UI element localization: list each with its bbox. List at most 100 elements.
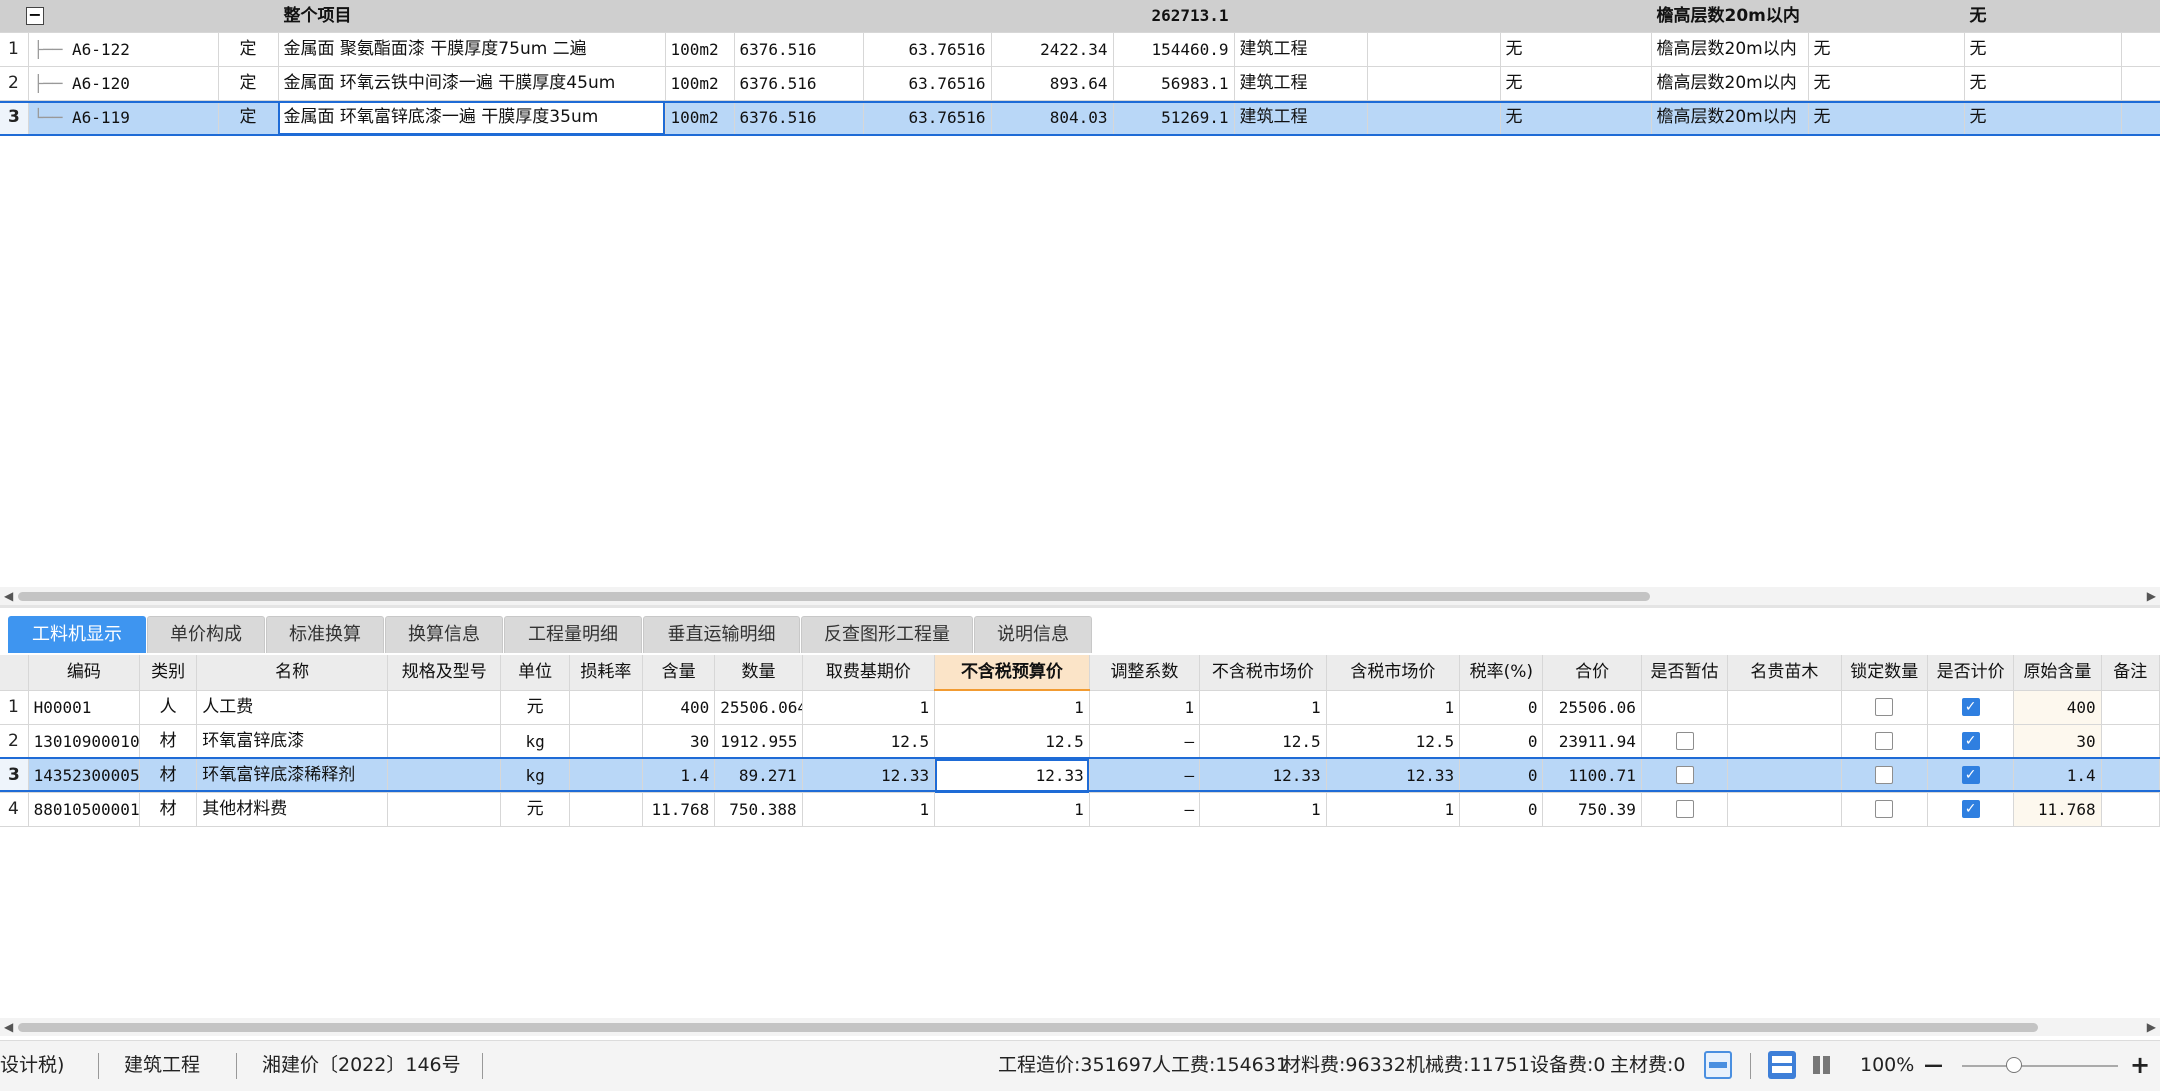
res-qty[interactable]: 1912.955 xyxy=(714,724,803,759)
col-loss-rate[interactable]: 损耗率 xyxy=(569,655,644,691)
res-code[interactable]: 14352300005 xyxy=(28,758,141,793)
res-loss[interactable] xyxy=(569,758,644,793)
tab-description[interactable]: 说明信息 xyxy=(974,616,1092,653)
res-unit[interactable]: 元 xyxy=(500,690,570,725)
table-row-selected[interactable]: 3 14352300005 材 环氧富锌底漆稀释剂 kg 1.4 89.271 … xyxy=(0,758,2160,793)
splitter[interactable] xyxy=(0,605,2160,608)
res-spec[interactable] xyxy=(387,724,502,759)
res-qty[interactable]: 89.271 xyxy=(714,758,803,793)
lock-qty-checkbox[interactable] xyxy=(1875,766,1894,784)
col-quantity[interactable]: 数量 xyxy=(714,655,803,691)
table-row[interactable]: 1 ├── A6-122 定 金属面 聚氨酯面漆 干膜厚度75um 二遍 100… xyxy=(0,32,2160,67)
layout-split-horizontal-icon[interactable] xyxy=(1768,1051,1796,1079)
zoom-slider-track[interactable] xyxy=(1962,1065,2118,1067)
res-content[interactable]: 1.4 xyxy=(642,758,716,793)
bottom-horizontal-scrollbar[interactable]: ◀ ▶ xyxy=(0,1018,2160,1036)
item-eave[interactable]: 檐高层数20m以内 xyxy=(1651,32,1809,67)
zoom-slider-handle[interactable] xyxy=(2006,1057,2022,1073)
col-content[interactable]: 含量 xyxy=(642,655,716,691)
col-precious-seedling[interactable]: 名贵苗木 xyxy=(1727,655,1842,691)
item-name-active-cell[interactable]: 金属面 环氧富锌底漆一遍 干膜厚度35um xyxy=(278,100,666,135)
res-tax-rate[interactable]: 0 xyxy=(1459,758,1544,793)
res-code[interactable]: 13010900010 xyxy=(28,724,141,759)
res-budget-price[interactable]: 12.5 xyxy=(934,724,1090,759)
estimate-checkbox[interactable] xyxy=(1675,766,1694,784)
res-unit[interactable]: 元 xyxy=(500,792,570,827)
tab-labor-material-machine[interactable]: 工料机显示 xyxy=(8,616,146,653)
col-budget-price[interactable]: 不含税预算价 xyxy=(934,655,1090,691)
project-root-row[interactable]: − 整个项目 262713.1 檐高层数20m以内 无 xyxy=(0,0,2160,33)
col-estimate[interactable]: 是否暂估 xyxy=(1641,655,1729,691)
col-market-price[interactable]: 不含税市场价 xyxy=(1199,655,1327,691)
table-row[interactable]: 4 88010500001 材 其他材料费 元 11.768 750.388 1… xyxy=(0,792,2160,827)
tab-conversion-info[interactable]: 换算信息 xyxy=(385,616,503,653)
scrollbar-thumb[interactable] xyxy=(18,592,1650,601)
top-horizontal-scrollbar[interactable]: ◀ ▶ xyxy=(0,587,2160,605)
priced-checkbox[interactable]: ✓ xyxy=(1961,766,1980,784)
collapse-icon[interactable]: − xyxy=(26,7,44,25)
item-qty[interactable]: 6376.516 xyxy=(734,66,864,101)
col-lock-qty[interactable]: 锁定数量 xyxy=(1841,655,1928,691)
res-loss[interactable] xyxy=(569,792,644,827)
res-category[interactable]: 材 xyxy=(139,724,198,759)
res-tax-rate[interactable]: 0 xyxy=(1459,724,1544,759)
tab-vertical-transport[interactable]: 垂直运输明细 xyxy=(643,616,800,653)
res-tax-rate[interactable]: 0 xyxy=(1459,690,1544,725)
layout-split-vertical-icon[interactable] xyxy=(1808,1051,1836,1079)
res-name[interactable]: 环氧富锌底漆稀释剂 xyxy=(196,758,389,793)
estimate-checkbox[interactable] xyxy=(1675,732,1694,750)
col-code[interactable]: 编码 xyxy=(28,655,141,691)
res-budget-price-active-cell[interactable]: 12.33 xyxy=(934,758,1090,793)
res-spec[interactable] xyxy=(387,758,502,793)
col-adjust-coef[interactable]: 调整系数 xyxy=(1089,655,1201,691)
res-market-price-tax[interactable]: 1 xyxy=(1326,690,1461,725)
col-total[interactable]: 合价 xyxy=(1542,655,1642,691)
res-adjust-coef[interactable]: — xyxy=(1089,724,1201,759)
res-market-price[interactable]: 1 xyxy=(1199,690,1327,725)
res-code[interactable]: 88010500001 xyxy=(28,792,141,827)
lock-qty-checkbox[interactable] xyxy=(1875,800,1894,818)
res-code[interactable]: H00001 xyxy=(28,690,141,725)
item-unit[interactable]: 100m2 xyxy=(665,32,735,67)
item-eave[interactable]: 檐高层数20m以内 xyxy=(1651,100,1809,135)
res-budget-price[interactable]: 1 xyxy=(934,792,1090,827)
col-unit[interactable]: 单位 xyxy=(500,655,570,691)
res-category[interactable]: 材 xyxy=(139,792,198,827)
col-category[interactable]: 类别 xyxy=(139,655,198,691)
estimate-checkbox[interactable] xyxy=(1675,800,1694,818)
res-market-price-tax[interactable]: 12.5 xyxy=(1326,724,1461,759)
res-adjust-coef[interactable]: — xyxy=(1089,758,1201,793)
res-unit[interactable]: kg xyxy=(500,724,570,759)
scroll-right-icon[interactable]: ▶ xyxy=(2147,1018,2156,1036)
layout-horizontal-icon[interactable] xyxy=(1704,1051,1732,1079)
res-content[interactable]: 400 xyxy=(642,690,716,725)
scroll-left-icon[interactable]: ◀ xyxy=(4,587,13,605)
item-major[interactable]: 建筑工程 xyxy=(1234,32,1368,67)
tab-standard-conversion[interactable]: 标准换算 xyxy=(266,616,384,653)
lock-qty-checkbox[interactable] xyxy=(1875,697,1894,716)
priced-checkbox[interactable]: ✓ xyxy=(1961,800,1980,818)
res-market-price-tax[interactable]: 12.33 xyxy=(1326,758,1461,793)
col-original-content[interactable]: 原始含量 xyxy=(2013,655,2102,691)
priced-checkbox[interactable]: ✓ xyxy=(1961,732,1980,750)
item-major[interactable]: 建筑工程 xyxy=(1234,66,1368,101)
res-tax-rate[interactable]: 0 xyxy=(1459,792,1544,827)
table-row-selected[interactable]: 3 └── A6-119 定 金属面 环氧富锌底漆一遍 干膜厚度35um 100… xyxy=(0,100,2160,135)
item-unit[interactable]: 100m2 xyxy=(665,100,735,135)
scroll-right-icon[interactable]: ▶ xyxy=(2147,587,2156,605)
item-name[interactable]: 金属面 聚氨酯面漆 干膜厚度75um 二遍 xyxy=(278,32,666,67)
zoom-out-icon[interactable]: — xyxy=(1924,1041,1943,1089)
res-adjust-coef[interactable]: — xyxy=(1089,792,1201,827)
scrollbar-thumb[interactable] xyxy=(18,1023,2038,1032)
res-market-price[interactable]: 12.33 xyxy=(1199,758,1327,793)
item-unit[interactable]: 100m2 xyxy=(665,66,735,101)
item-qty[interactable]: 6376.516 xyxy=(734,100,864,135)
res-unit[interactable]: kg xyxy=(500,758,570,793)
priced-checkbox[interactable]: ✓ xyxy=(1961,697,1980,716)
item-name[interactable]: 金属面 环氧云铁中间漆一遍 干膜厚度45um xyxy=(278,66,666,101)
col-remark[interactable]: 备注 xyxy=(2101,655,2160,691)
res-budget-price[interactable]: 1 xyxy=(934,690,1090,725)
res-spec[interactable] xyxy=(387,690,502,725)
res-market-price[interactable]: 12.5 xyxy=(1199,724,1327,759)
table-row[interactable]: 1 H00001 人 人工费 元 400 25506.064 1 1 1 1 1… xyxy=(0,690,2160,725)
